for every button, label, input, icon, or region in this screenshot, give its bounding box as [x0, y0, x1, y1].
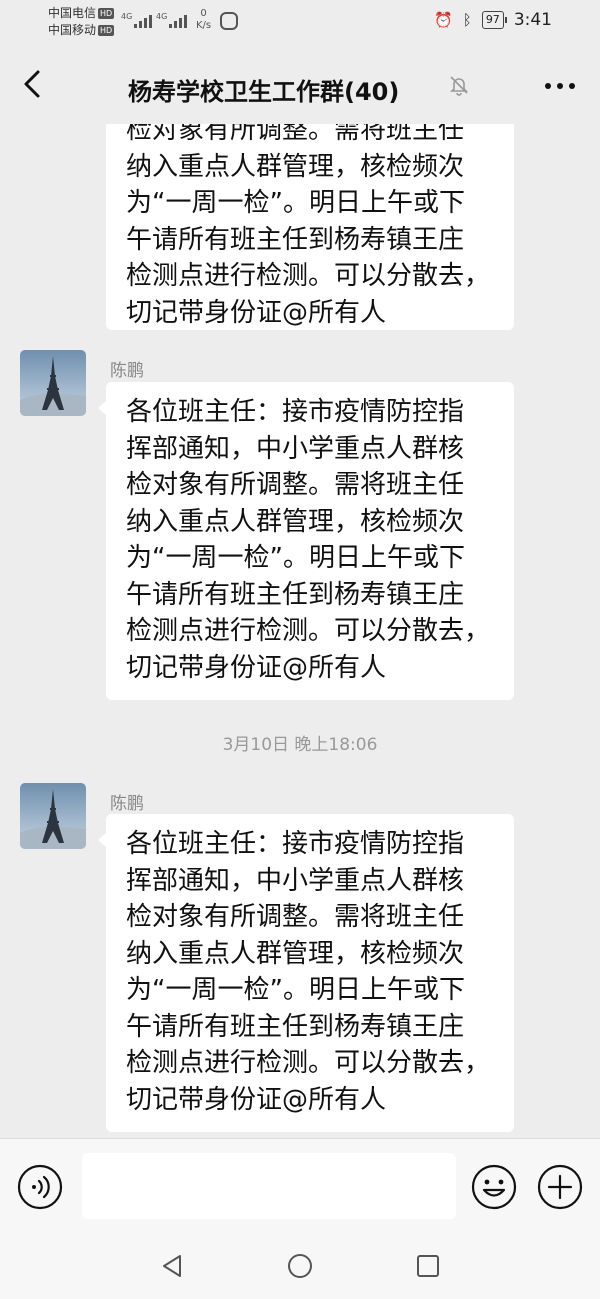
system-nav-bar	[0, 1234, 600, 1299]
nav-back-button[interactable]	[158, 1252, 186, 1280]
message-input[interactable]	[82, 1153, 456, 1219]
eiffel-tower-avatar-icon	[20, 350, 86, 416]
app-notification-icon	[220, 12, 238, 30]
muted-bell-icon	[448, 74, 470, 96]
avatar[interactable]	[20, 350, 86, 416]
chat-title: 杨寿学校卫生工作群(40)	[128, 78, 400, 106]
hd-badge: HD	[98, 25, 115, 36]
chat-header: 杨寿学校卫生工作群(40)	[0, 44, 600, 130]
more-dots-icon	[545, 83, 575, 89]
message-list[interactable]: 检对象有所调整。需将班主任 纳入重点人群管理，核检频次 为“一周一检”。明日上午…	[0, 124, 600, 1138]
signal-type-label: 4G	[156, 12, 168, 21]
nav-home-button[interactable]	[286, 1252, 314, 1280]
speed-unit: K/s	[196, 20, 212, 31]
hd-badge: HD	[98, 8, 115, 19]
back-button[interactable]	[16, 66, 52, 102]
sender-name: 陈鹏	[110, 794, 144, 814]
nav-recents-button[interactable]	[414, 1252, 442, 1280]
chevron-left-icon	[24, 70, 40, 98]
more-button[interactable]	[542, 74, 578, 98]
speed-value: 0	[200, 8, 207, 19]
carrier-1: 中国电信 HD	[48, 6, 115, 20]
signal-bars-icon	[134, 14, 152, 28]
emoji-button[interactable]	[470, 1163, 518, 1211]
signal-bars-icon	[169, 14, 187, 28]
avatar[interactable]	[20, 783, 86, 849]
carrier-2-name: 中国移动	[48, 23, 97, 37]
eiffel-tower-avatar-icon	[20, 783, 86, 849]
message-bubble[interactable]: 各位班主任：接市疫情防控指 挥部通知，中小学重点人群核 检对象有所调整。需将班主…	[98, 814, 514, 1132]
status-time: 3:41	[513, 10, 552, 30]
voice-icon	[17, 1164, 63, 1210]
message-bubble[interactable]: 检对象有所调整。需将班主任 纳入重点人群管理，核检频次 为“一周一检”。明日上午…	[106, 124, 514, 330]
status-right-group: ⏰ ᛒ 97 3:41	[434, 10, 552, 30]
signal-type-label: 4G	[121, 12, 133, 21]
smiley-icon	[471, 1164, 517, 1210]
voice-input-button[interactable]	[16, 1163, 64, 1211]
carrier-2: 中国移动 HD	[48, 23, 115, 37]
battery-icon: 97	[481, 11, 507, 29]
alarm-icon: ⏰	[434, 11, 453, 29]
input-bar	[0, 1138, 600, 1235]
sender-name: 陈鹏	[110, 361, 144, 381]
carrier-1-name: 中国电信	[48, 6, 97, 20]
status-bar: 中国电信 HD 中国移动 HD 4G 4G 0 K/s ⏰ ᛒ 97 3:41	[0, 0, 600, 44]
network-speed: 0 K/s	[196, 8, 211, 32]
message-timestamp: 3月10日 晚上18:06	[222, 735, 378, 755]
more-functions-button[interactable]	[536, 1163, 584, 1211]
circle-home-icon	[288, 1254, 312, 1278]
triangle-back-icon	[163, 1255, 181, 1277]
message-bubble[interactable]: 各位班主任：接市疫情防控指 挥部通知，中小学重点人群核 检对象有所调整。需将班主…	[98, 382, 514, 700]
bluetooth-icon: ᛒ	[462, 11, 472, 29]
square-recents-icon	[417, 1255, 439, 1277]
plus-icon	[537, 1164, 583, 1210]
